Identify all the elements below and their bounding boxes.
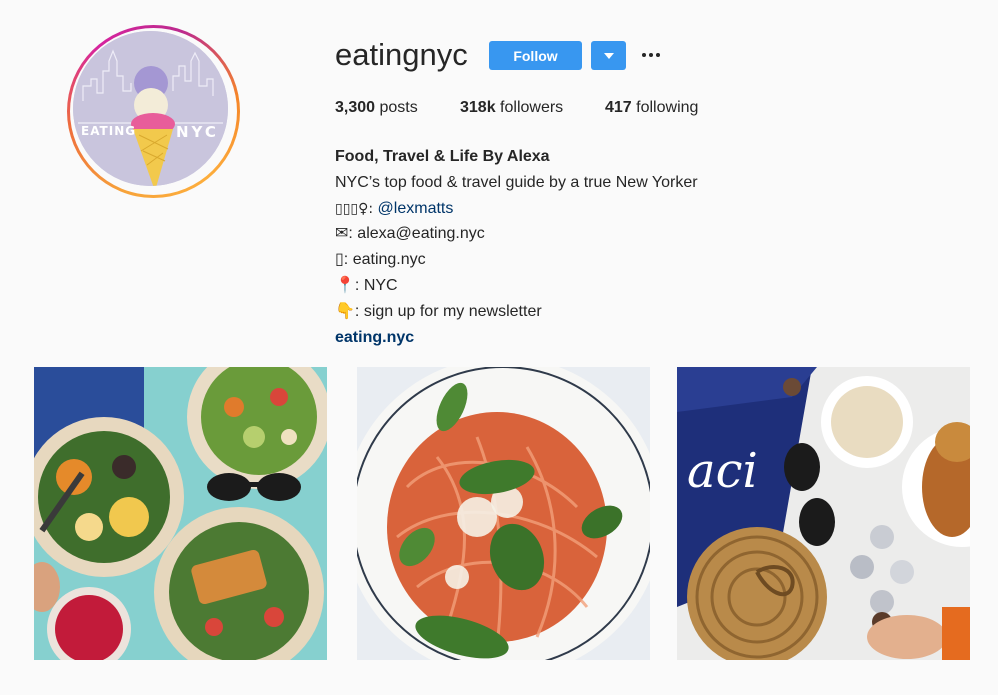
post-thumbnail-1[interactable] (34, 367, 327, 660)
posts-label: posts (379, 99, 418, 116)
avatar-illustration (73, 31, 228, 186)
post-image-bowls (34, 367, 327, 660)
avatar-image: EATING NYC (73, 31, 228, 186)
bio-line-newsletter: 👇: sign up for my newsletter (335, 302, 542, 320)
more-dot-icon (656, 53, 660, 57)
stat-following[interactable]: 417 following (605, 99, 698, 117)
post-image-pasta (357, 367, 650, 660)
avatar-text-nyc: NYC (176, 123, 219, 141)
suggestions-dropdown-button[interactable] (591, 41, 626, 70)
stat-followers[interactable]: 318k followers (460, 99, 563, 117)
bio-handle-link[interactable]: @lexmatts (378, 200, 454, 217)
bio-tagline: NYC’s top food & travel guide by a true … (335, 173, 698, 191)
bio-line-email: ✉: alexa@eating.nyc (335, 225, 485, 243)
svg-text:aci: aci (687, 443, 758, 499)
more-dot-icon (642, 53, 646, 57)
bio-handle-prefix: ▯▯▯♀: (335, 200, 378, 217)
post-image-baci: aci (677, 367, 970, 660)
bio-line-location: 📍: NYC (335, 276, 398, 294)
profile-username: eatingnyc (335, 37, 468, 72)
bio-name: Food, Travel & Life By Alexa (335, 148, 550, 165)
profile-bio: Food, Travel & Life By Alexa NYC’s top f… (335, 144, 698, 350)
stat-posts: 3,300 posts (335, 99, 418, 117)
avatar-text-eating: EATING (81, 124, 137, 138)
followers-label: followers (500, 99, 564, 116)
following-count: 417 (605, 99, 632, 116)
profile-avatar[interactable]: EATING NYC (67, 25, 240, 198)
post-thumbnail-2[interactable] (357, 367, 650, 660)
more-options-button[interactable] (640, 44, 662, 66)
post-thumbnail-3[interactable]: aci (677, 367, 970, 660)
bio-website-link[interactable]: eating.nyc (335, 325, 698, 351)
bio-line-handle: ▯▯▯♀: @lexmatts (335, 196, 698, 222)
following-label: following (636, 99, 699, 116)
follow-button[interactable]: Follow (489, 41, 582, 70)
posts-count: 3,300 (335, 99, 376, 116)
bio-line-site: ▯: eating.nyc (335, 251, 426, 269)
more-dot-icon (649, 53, 653, 57)
followers-count: 318k (460, 99, 496, 116)
chevron-down-icon (603, 52, 614, 59)
